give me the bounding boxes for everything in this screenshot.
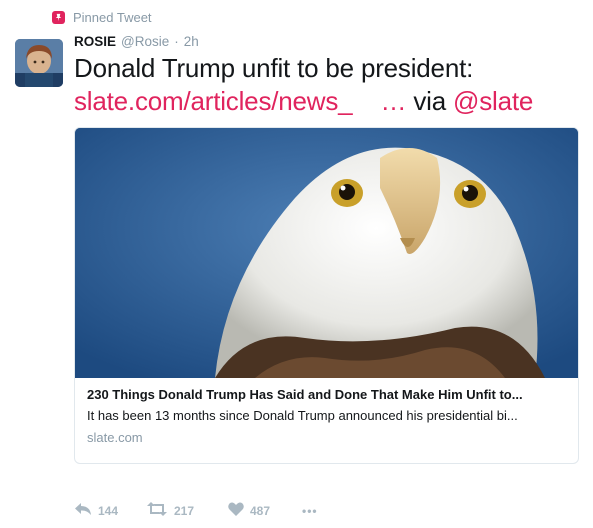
card-image[interactable] bbox=[75, 128, 578, 378]
retweet-button[interactable]: 217 bbox=[146, 502, 228, 519]
reply-button[interactable]: 144 bbox=[74, 502, 146, 519]
tweet-header: ROSIE @Rosie · 2h bbox=[74, 34, 199, 49]
pin-icon bbox=[52, 11, 65, 24]
retweet-count: 217 bbox=[174, 503, 195, 518]
retweet-icon bbox=[146, 502, 168, 519]
pinned-label: Pinned Tweet bbox=[73, 10, 152, 25]
separator-dot: · bbox=[174, 34, 179, 49]
eagle-image bbox=[75, 128, 578, 378]
card-body: 230 Things Donald Trump Has Said and Don… bbox=[75, 378, 578, 445]
avatar[interactable] bbox=[15, 39, 63, 87]
via-text: via bbox=[406, 86, 454, 116]
like-count: 487 bbox=[250, 503, 271, 518]
card-description: It has been 13 months since Donald Trump… bbox=[87, 408, 518, 423]
more-button[interactable]: ••• bbox=[302, 504, 318, 518]
reply-count: 144 bbox=[98, 503, 119, 518]
author-name[interactable]: ROSIE bbox=[74, 34, 116, 49]
tweet-timestamp[interactable]: 2h bbox=[184, 34, 199, 49]
heart-icon bbox=[228, 502, 244, 519]
author-handle[interactable]: @Rosie bbox=[121, 34, 169, 49]
link-ellipsis: … bbox=[380, 86, 407, 116]
more-icon: ••• bbox=[302, 503, 318, 518]
card-domain: slate.com bbox=[87, 430, 143, 445]
pinned-tweet-indicator: Pinned Tweet bbox=[52, 10, 152, 25]
link-card[interactable]: 230 Things Donald Trump Has Said and Don… bbox=[74, 127, 579, 464]
article-link[interactable]: slate.com/articles/news_ bbox=[74, 86, 353, 116]
mention-link[interactable]: @slate bbox=[453, 86, 533, 116]
reply-icon bbox=[74, 502, 92, 519]
tweet-body: Donald Trump unfit to be president: bbox=[74, 53, 474, 83]
tweet-text: Donald Trump unfit to be president: slat… bbox=[74, 52, 574, 118]
tweet-actions: 144 217 487 ••• bbox=[74, 502, 318, 519]
like-button[interactable]: 487 bbox=[228, 502, 302, 519]
card-title[interactable]: 230 Things Donald Trump Has Said and Don… bbox=[87, 387, 566, 402]
